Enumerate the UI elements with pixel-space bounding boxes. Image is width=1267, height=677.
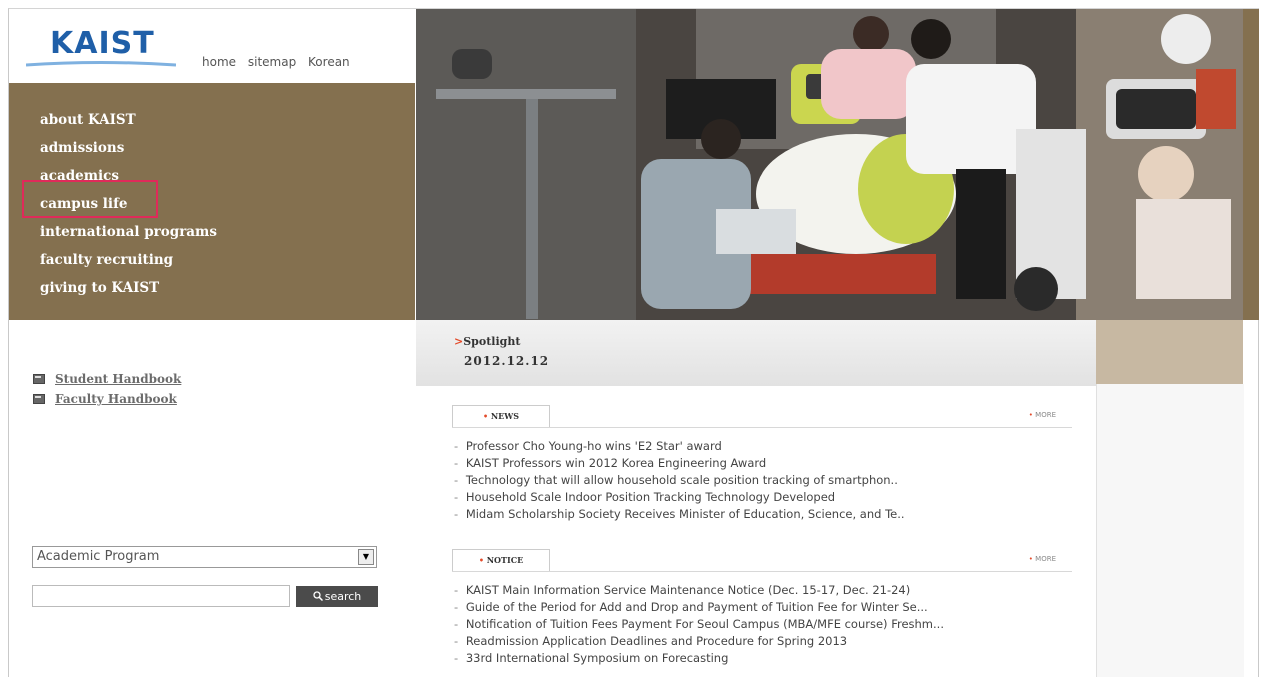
book-icon <box>33 374 45 384</box>
list-item[interactable]: Household Scale Indoor Position Tracking… <box>454 489 1072 506</box>
hero-image <box>416 9 1243 320</box>
book-icon <box>33 394 45 404</box>
right-side-panel <box>1096 384 1244 677</box>
menu-item-giving-to-kaist[interactable]: giving to KAIST <box>40 279 217 307</box>
handbook-links: Student Handbook Faculty Handbook <box>33 369 181 409</box>
student-handbook-link[interactable]: Student Handbook <box>33 369 181 389</box>
list-item[interactable]: Technology that will allow household sca… <box>454 472 1072 489</box>
top-links: home sitemap Korean <box>202 55 358 69</box>
news-tab-label: NEWS <box>490 411 520 421</box>
tab-news[interactable]: • NEWS <box>452 405 550 427</box>
logo-swoosh-icon <box>26 61 176 67</box>
news-list: Professor Cho Young-ho wins 'E2 Star' aw… <box>452 438 1072 523</box>
tab-notice[interactable]: • NOTICE <box>452 549 550 571</box>
robotics-lab-photo-icon <box>416 9 1243 320</box>
news-more-link[interactable]: • MORE <box>1029 411 1056 419</box>
menu-item-admissions[interactable]: admissions <box>40 139 217 167</box>
news-tab-row: • NEWS • MORE <box>452 405 1072 428</box>
spotlight-bar: >Spotlight 2012.12.12 <box>416 320 1096 386</box>
news-more-label: MORE <box>1035 411 1056 419</box>
student-handbook-label: Student Handbook <box>55 372 182 386</box>
campus-life-highlight-box <box>22 180 158 218</box>
korean-link[interactable]: Korean <box>308 55 350 69</box>
list-item[interactable]: 33rd International Symposium on Forecast… <box>454 650 1072 667</box>
list-item[interactable]: Readmission Application Deadlines and Pr… <box>454 633 1072 650</box>
search-button-label: search <box>324 590 362 603</box>
list-item[interactable]: Midam Scholarship Society Receives Minis… <box>454 506 1072 523</box>
notice-more-link[interactable]: • MORE <box>1029 555 1056 563</box>
list-item[interactable]: KAIST Main Information Service Maintenan… <box>454 582 1072 599</box>
spotlight-date: 2012.12.12 <box>464 354 550 368</box>
home-link[interactable]: home <box>202 55 236 69</box>
magnifier-icon <box>313 591 323 602</box>
spotlight-title[interactable]: >Spotlight <box>454 335 520 348</box>
notice-list: KAIST Main Information Service Maintenan… <box>452 582 1072 667</box>
search-input[interactable] <box>32 585 290 607</box>
logo-text: KAIST <box>50 26 155 61</box>
hero-side-accent <box>1243 9 1259 320</box>
notice-more-label: MORE <box>1035 555 1056 563</box>
menu-item-international-programs[interactable]: international programs <box>40 223 217 251</box>
arrow-right-icon: > <box>454 335 464 348</box>
news-section: • NEWS • MORE Professor Cho Young-ho win… <box>452 405 1072 523</box>
list-item[interactable]: KAIST Professors win 2012 Korea Engineer… <box>454 455 1072 472</box>
faculty-handbook-label: Faculty Handbook <box>55 392 177 406</box>
kaist-logo[interactable]: KAIST <box>26 26 176 72</box>
search-category-value: Academic Program <box>37 549 160 564</box>
spotlight-side-block <box>1096 320 1243 384</box>
list-item[interactable]: Professor Cho Young-ho wins 'E2 Star' aw… <box>454 438 1072 455</box>
menu-item-about-kaist[interactable]: about KAIST <box>40 111 217 139</box>
list-item[interactable]: Guide of the Period for Add and Drop and… <box>454 599 1072 616</box>
list-item[interactable]: Notification of Tuition Fees Payment For… <box>454 616 1072 633</box>
notice-tab-label: NOTICE <box>486 555 524 565</box>
sitemap-link[interactable]: sitemap <box>248 55 296 69</box>
menu-item-faculty-recruiting[interactable]: faculty recruiting <box>40 251 217 279</box>
faculty-handbook-link[interactable]: Faculty Handbook <box>33 389 181 409</box>
chevron-down-icon[interactable]: ▼ <box>358 549 374 565</box>
search-category-select[interactable]: Academic Program ▼ <box>32 546 377 568</box>
search-button[interactable]: search <box>296 586 378 607</box>
notice-section: • NOTICE • MORE KAIST Main Information S… <box>452 549 1072 667</box>
spotlight-title-text: Spotlight <box>463 335 521 348</box>
notice-tab-row: • NOTICE • MORE <box>452 549 1072 572</box>
